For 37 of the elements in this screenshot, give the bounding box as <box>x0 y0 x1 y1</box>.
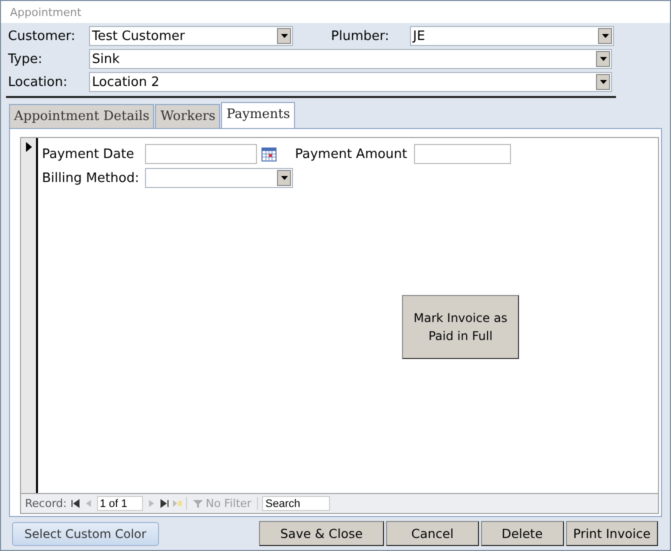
last-record-icon[interactable] <box>160 499 169 508</box>
form-button[interactable]: Delete <box>480 521 564 546</box>
select-color-button[interactable]: Select Custom Color <box>12 522 159 546</box>
field-label: Payment Date <box>42 146 136 162</box>
caret-icon <box>277 28 291 44</box>
date-field[interactable] <box>145 144 257 164</box>
form-button[interactable]: Save & Close <box>258 521 384 546</box>
field-label: Billing Method: <box>42 170 140 186</box>
form-button[interactable]: Print Invoice <box>566 521 658 546</box>
window-title: Appointment <box>10 6 82 18</box>
dropdown-field[interactable] <box>145 168 293 188</box>
field-label: Location: <box>8 74 68 90</box>
dropdown-field[interactable]: JE <box>410 26 614 46</box>
filter-icon <box>192 498 203 508</box>
caret-icon <box>596 51 610 67</box>
calendar-icon[interactable] <box>261 146 277 162</box>
record-label: Record: <box>25 497 67 510</box>
field-label: Customer: <box>8 28 76 44</box>
form-button[interactable]: Cancel <box>386 521 479 546</box>
record-position-field[interactable]: 1 of 1 <box>96 496 143 511</box>
dropdown-field[interactable]: Sink <box>89 49 612 69</box>
first-record-icon[interactable] <box>70 499 80 508</box>
mark-paid-button[interactable]: Mark Invoice as Paid in Full <box>402 295 519 359</box>
amount-field[interactable] <box>414 144 511 164</box>
tab[interactable]: Payments <box>221 102 295 128</box>
field-label: Type: <box>8 52 44 66</box>
caret-icon <box>598 28 612 44</box>
field-label: Plumber: <box>331 28 390 44</box>
caret-icon <box>596 74 610 90</box>
dropdown-field[interactable]: Location 2 <box>89 72 612 92</box>
dropdown-field[interactable]: Test Customer <box>89 26 293 46</box>
tab[interactable]: Workers <box>155 104 220 128</box>
tab[interactable]: Appointment Details <box>9 104 154 128</box>
field-label: Payment Amount <box>295 146 408 162</box>
caret-icon <box>277 170 291 186</box>
search-field[interactable]: Search <box>262 496 330 511</box>
record-selector[interactable] <box>21 138 38 493</box>
